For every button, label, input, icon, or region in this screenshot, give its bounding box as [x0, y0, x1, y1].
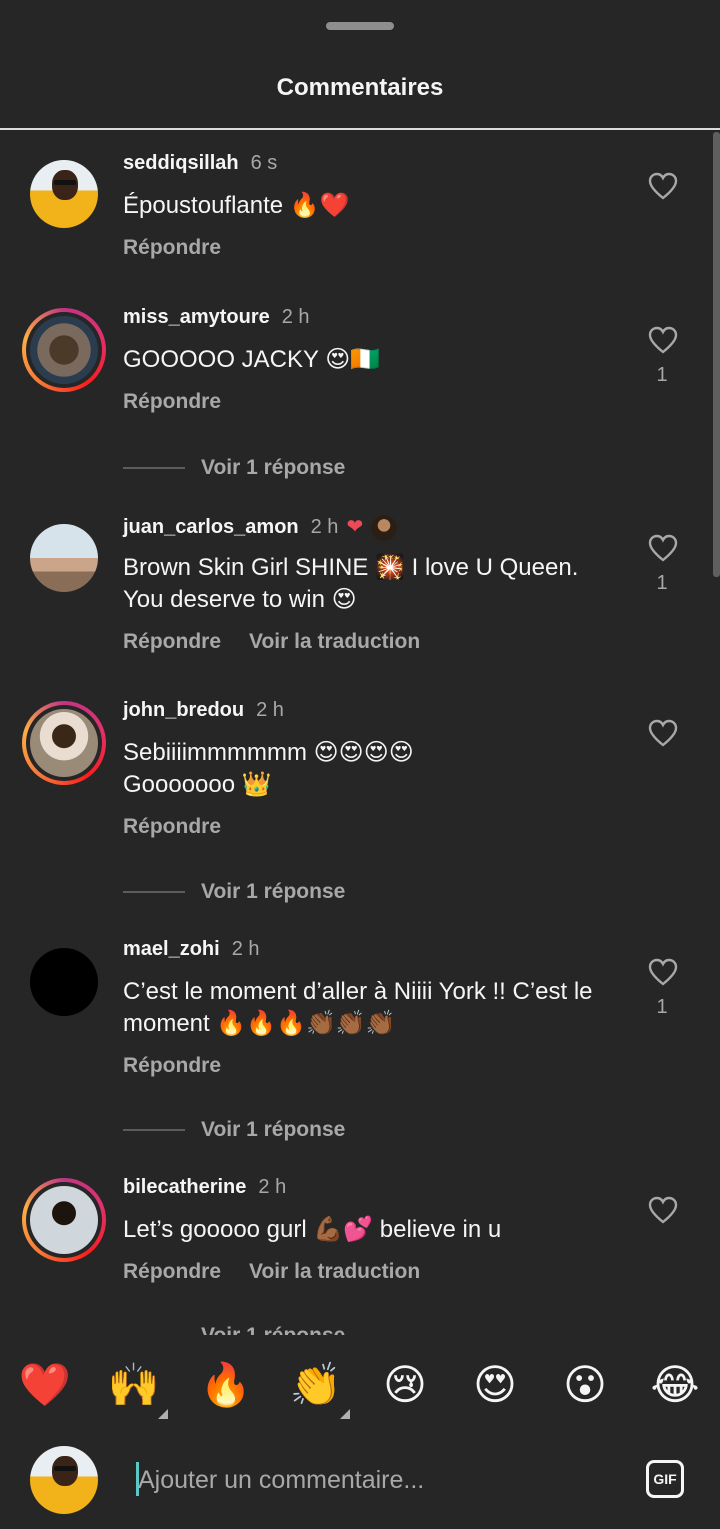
comment-text: Époustouflante 🔥❤️ [123, 192, 350, 219]
username[interactable]: mael_zohi [123, 938, 220, 960]
skin-tone-indicator [340, 1409, 350, 1419]
like-heart-icon[interactable] [648, 958, 678, 986]
comment-header: bilecatherine 2 h [123, 1176, 286, 1199]
comment-actions: Répondre [123, 390, 221, 414]
reaction-clap-icon[interactable]: 👏 [288, 1357, 350, 1419]
comment-text: Brown Skin Girl SHINE 🎇 I love U Queen. … [123, 554, 579, 613]
comment-actions: Répondre [123, 1054, 221, 1078]
username[interactable]: juan_carlos_amon [123, 516, 299, 538]
avatar[interactable] [30, 948, 98, 1016]
reaction-crying-icon[interactable]: 😢 [377, 1357, 433, 1413]
author-liked-heart-icon: ❤ [346, 516, 364, 538]
replies-divider-line [123, 891, 185, 894]
like-heart-icon[interactable] [648, 326, 678, 354]
comment-header: juan_carlos_amon 2 h ❤ [123, 514, 398, 541]
like-heart-icon[interactable] [648, 1196, 678, 1224]
replies-divider-line [123, 1129, 185, 1132]
avatar-story-ring[interactable] [22, 308, 106, 392]
comment-item: john_bredou 2 h Sebiiiimmmmmm 😍😍😍😍 Gooooo… [0, 693, 720, 938]
comment-header: john_bredou 2 h [123, 699, 284, 722]
drag-handle[interactable] [326, 22, 394, 30]
author-avatar-badge [371, 514, 398, 541]
comment-item: seddiqsillah 6 s Époustouflante 🔥❤️ Répon… [0, 130, 720, 300]
view-replies-button[interactable]: Voir 1 réponse [123, 1118, 345, 1142]
timestamp: 6 s [250, 152, 278, 174]
like-count: 1 [656, 996, 668, 1018]
timestamp: 2 h [256, 699, 284, 721]
sheet-title: Commentaires [276, 74, 444, 101]
reaction-heart-eyes-icon[interactable]: 😍 [467, 1357, 523, 1413]
like-heart-icon[interactable] [648, 172, 678, 200]
see-translation-button[interactable]: Voir la traduction [249, 1260, 420, 1283]
comment-header: seddiqsillah 6 s [123, 152, 277, 175]
reply-button[interactable]: Répondre [123, 1054, 221, 1077]
reaction-laughing-icon[interactable]: 😂 [647, 1357, 703, 1413]
username[interactable]: seddiqsillah [123, 152, 239, 174]
view-replies-button[interactable]: Voir 1 réponse [123, 880, 345, 904]
reply-button[interactable]: Répondre [123, 630, 221, 653]
reaction-raised-hands-icon[interactable]: 🙌 [106, 1357, 168, 1419]
comments-sheet-header: Commentaires [0, 0, 720, 130]
comment-header: mael_zohi 2 h [123, 938, 260, 961]
reply-button[interactable]: Répondre [123, 390, 221, 413]
view-replies-label: Voir 1 réponse [201, 880, 346, 903]
reaction-surprised-icon[interactable]: 😮 [557, 1357, 613, 1413]
view-replies-button[interactable]: Voir 1 réponse [123, 1324, 345, 1335]
comment-input[interactable] [138, 1460, 618, 1500]
comment-composer: GIF [0, 1440, 720, 1529]
reply-button[interactable]: Répondre [123, 236, 221, 259]
like-heart-icon[interactable] [648, 534, 678, 562]
current-user-avatar [30, 1446, 98, 1514]
comment-actions: Répondre Voir la traduction [123, 630, 420, 654]
comment-header: miss_amytoure 2 h [123, 306, 310, 329]
comment-text: Let’s gooooo gurl 💪🏾💕 believe in u [123, 1216, 502, 1243]
avatar-story-ring[interactable] [22, 701, 106, 785]
comment-actions: Répondre [123, 236, 221, 260]
like-heart-icon[interactable] [648, 719, 678, 747]
comment-item: juan_carlos_amon 2 h ❤ Brown Skin Girl SHI… [0, 508, 720, 688]
like-count: 1 [656, 572, 668, 594]
view-replies-button[interactable]: Voir 1 réponse [123, 456, 345, 480]
comment-text: GOOOOO JACKY 😍🇨🇮 [123, 346, 381, 373]
replies-divider-line [123, 467, 185, 470]
reply-button[interactable]: Répondre [123, 815, 221, 838]
username[interactable]: miss_amytoure [123, 306, 270, 328]
timestamp: 2 h [231, 938, 260, 960]
avatar[interactable] [30, 160, 98, 228]
comment-item: mael_zohi 2 h C’est le moment d’aller à N… [0, 932, 720, 1177]
comment-item: bilecatherine 2 h Let’s gooooo gurl 💪🏾💕 b… [0, 1170, 720, 1335]
gif-button[interactable]: GIF [646, 1460, 684, 1498]
timestamp: 2 h [281, 306, 310, 328]
avatar-story-ring[interactable] [22, 1178, 106, 1262]
avatar[interactable] [30, 524, 98, 592]
view-replies-label: Voir 1 réponse [201, 1324, 345, 1335]
view-replies-label: Voir 1 réponse [201, 1118, 346, 1141]
see-translation-button[interactable]: Voir la traduction [249, 630, 420, 653]
timestamp: 2 h [258, 1176, 287, 1198]
comment-actions: Répondre [123, 815, 221, 839]
comment-text: C’est le moment d’aller à Niiii York !! … [123, 978, 593, 1037]
comment-actions: Répondre Voir la traduction [123, 1260, 420, 1284]
reply-button[interactable]: Répondre [123, 1260, 221, 1283]
username[interactable]: bilecatherine [123, 1176, 246, 1198]
scrollbar[interactable] [713, 132, 720, 577]
view-replies-label: Voir 1 réponse [201, 456, 346, 479]
reaction-fire-icon[interactable]: 🔥 [198, 1357, 254, 1413]
skin-tone-indicator [158, 1409, 168, 1419]
timestamp: 2 h [310, 516, 339, 538]
comments-list[interactable]: seddiqsillah 6 s Époustouflante 🔥❤️ Répon… [0, 130, 720, 1335]
like-count: 1 [656, 364, 668, 386]
comment-text: Sebiiiimmmmmm 😍😍😍😍 Gooooooo 👑 [123, 739, 414, 798]
username[interactable]: john_bredou [123, 699, 244, 721]
reaction-heart-icon[interactable]: ❤️ [17, 1357, 73, 1413]
